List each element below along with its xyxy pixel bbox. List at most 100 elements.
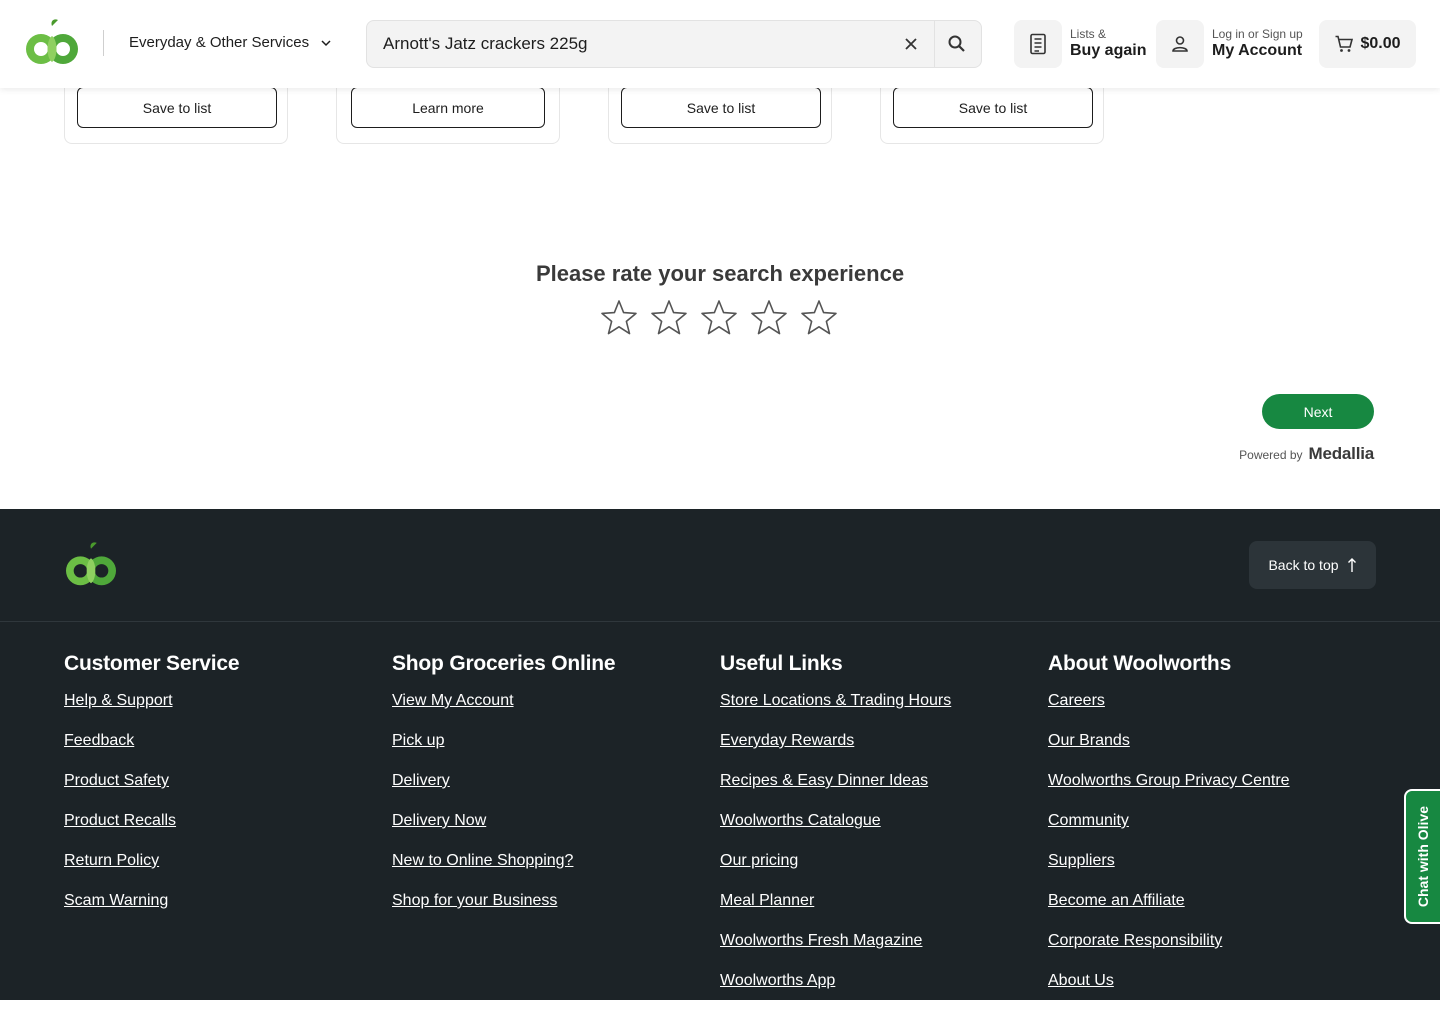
back-to-top-label: Back to top	[1268, 557, 1339, 573]
search-bar	[366, 20, 982, 68]
footer-link-list: Help & Support Feedback Product Safety Prod…	[64, 692, 384, 932]
footer-link-list: Careers Our Brands Woolworths Group Privac…	[1048, 692, 1368, 1012]
footer-link[interactable]: Woolworths Fresh Magazine	[720, 932, 922, 949]
list-item: Store Locations & Trading Hours	[720, 692, 1040, 732]
footer-link[interactable]: Pick up	[392, 732, 444, 749]
lists-big-label: Buy again	[1070, 41, 1147, 59]
star-rating	[599, 298, 839, 338]
survey-title: Please rate your search experience	[535, 261, 905, 286]
footer-link[interactable]: Meal Planner	[720, 892, 814, 909]
save-to-list-button[interactable]: Save to list	[621, 87, 821, 128]
search-icon[interactable]	[947, 34, 967, 54]
star-icon[interactable]	[649, 298, 689, 338]
cart-icon	[1335, 35, 1354, 52]
learn-more-button[interactable]: Learn more	[351, 87, 545, 128]
footer-link[interactable]: Return Policy	[64, 852, 159, 869]
list-icon	[1030, 33, 1046, 55]
footer-link[interactable]: Our pricing	[720, 852, 798, 869]
footer-link[interactable]: Our Brands	[1048, 732, 1130, 749]
clear-icon[interactable]	[901, 34, 921, 54]
user-icon	[1172, 36, 1188, 52]
site-header: Everyday & Other Services Lists & Buy ag…	[0, 0, 1440, 88]
star-icon[interactable]	[799, 298, 839, 338]
footer-link[interactable]: Woolworths Catalogue	[720, 812, 881, 829]
search-separator	[934, 21, 935, 67]
search-input[interactable]	[383, 21, 883, 67]
list-item: Woolworths App	[720, 972, 1040, 1012]
footer-link[interactable]: Corporate Responsibility	[1048, 932, 1222, 949]
list-item: Shop for your Business	[392, 892, 712, 932]
footer-link[interactable]: Suppliers	[1048, 852, 1115, 869]
cart-total: $0.00	[1360, 35, 1401, 52]
chevron-down-icon	[321, 39, 331, 46]
footer-link[interactable]: Woolworths Group Privacy Centre	[1048, 772, 1290, 789]
star-icon[interactable]	[699, 298, 739, 338]
list-item: Suppliers	[1048, 852, 1368, 892]
list-item: Our Brands	[1048, 732, 1368, 772]
medallia-logo: Medallia	[1308, 444, 1375, 463]
list-item: Product Recalls	[64, 812, 384, 852]
footer-column: Shop Groceries Online View My Account Pick…	[392, 652, 712, 932]
footer-link[interactable]: Everyday Rewards	[720, 732, 854, 749]
list-item: Scam Warning	[64, 892, 384, 932]
footer-link-list: View My Account Pick up Delivery Delivery N…	[392, 692, 712, 932]
list-item: Meal Planner	[720, 892, 1040, 932]
back-to-top-button[interactable]: Back to top	[1249, 541, 1376, 589]
footer-link[interactable]: Woolworths App	[720, 972, 835, 989]
list-item: Careers	[1048, 692, 1368, 732]
footer-link[interactable]: Become an Affiliate	[1048, 892, 1185, 909]
save-to-list-button[interactable]: Save to list	[893, 87, 1093, 128]
list-item: About Us	[1048, 972, 1368, 1012]
lists-small-label: Lists &	[1070, 26, 1107, 41]
footer-column-title: Shop Groceries Online	[392, 652, 616, 675]
account-icon-box	[1156, 20, 1204, 68]
footer-link[interactable]: Shop for your Business	[392, 892, 557, 909]
services-label: Everyday & Other Services	[129, 34, 310, 51]
lists-buy-again-button[interactable]: Lists & Buy again	[1014, 20, 1146, 68]
footer-link[interactable]: Scam Warning	[64, 892, 168, 909]
chat-with-olive-button[interactable]: Chat with Olive	[1404, 789, 1440, 924]
site-footer: Back to top Customer Service Help & Suppo…	[0, 509, 1440, 1000]
star-icon[interactable]	[599, 298, 639, 338]
next-button[interactable]: Next	[1262, 394, 1374, 429]
footer-link[interactable]: Delivery	[392, 772, 450, 789]
list-item: View My Account	[392, 692, 712, 732]
list-item: Feedback	[64, 732, 384, 772]
account-big-label: My Account	[1212, 41, 1303, 59]
list-item: Help & Support	[64, 692, 384, 732]
account-text: Log in or Sign up My Account	[1212, 26, 1303, 60]
woolworths-logo-icon[interactable]	[64, 541, 118, 591]
list-item: New to Online Shopping?	[392, 852, 712, 892]
footer-link[interactable]: View My Account	[392, 692, 514, 709]
footer-link[interactable]: Product Recalls	[64, 812, 176, 829]
footer-link[interactable]: Delivery Now	[392, 812, 486, 829]
footer-link[interactable]: Community	[1048, 812, 1129, 829]
footer-link[interactable]: Help & Support	[64, 692, 173, 709]
list-item: Woolworths Catalogue	[720, 812, 1040, 852]
save-to-list-button[interactable]: Save to list	[77, 87, 277, 128]
header-divider	[103, 30, 104, 56]
list-item: Return Policy	[64, 852, 384, 892]
account-small-label: Log in or Sign up	[1212, 26, 1303, 41]
list-item: Everyday Rewards	[720, 732, 1040, 772]
footer-column-title: Useful Links	[720, 652, 843, 675]
list-item: Woolworths Fresh Magazine	[720, 932, 1040, 972]
cart-button[interactable]: $0.00	[1319, 20, 1416, 68]
footer-link[interactable]: About Us	[1048, 972, 1114, 989]
footer-link[interactable]: Careers	[1048, 692, 1105, 709]
footer-link[interactable]: Recipes & Easy Dinner Ideas	[720, 772, 928, 789]
footer-column: Customer Service Help & Support Feedback Pr…	[64, 652, 384, 932]
footer-divider	[0, 621, 1440, 622]
footer-link[interactable]: Product Safety	[64, 772, 169, 789]
footer-column: Useful Links Store Locations & Trading Ho…	[720, 652, 1040, 1012]
woolworths-logo-icon[interactable]	[24, 18, 80, 70]
powered-by: Powered by Medallia	[1239, 444, 1374, 464]
footer-link[interactable]: Feedback	[64, 732, 134, 749]
footer-link[interactable]: New to Online Shopping?	[392, 852, 573, 869]
powered-by-label: Powered by	[1239, 448, 1303, 462]
account-button[interactable]: Log in or Sign up My Account	[1156, 20, 1303, 68]
footer-link[interactable]: Store Locations & Trading Hours	[720, 692, 951, 709]
star-icon[interactable]	[749, 298, 789, 338]
list-item: Delivery Now	[392, 812, 712, 852]
services-dropdown[interactable]: Everyday & Other Services	[129, 34, 333, 51]
